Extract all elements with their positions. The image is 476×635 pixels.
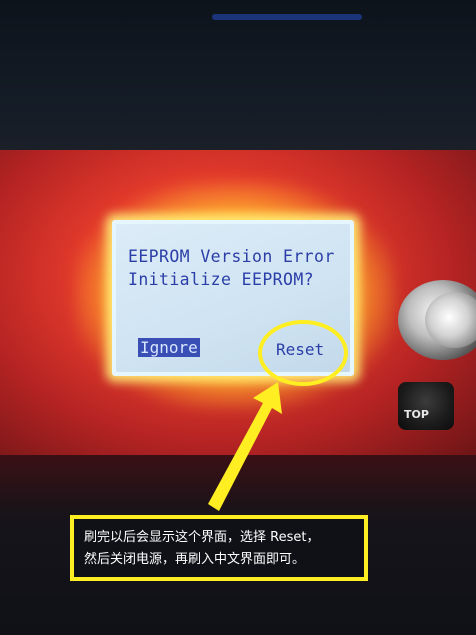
annotation-line-1: 刷完以后会显示这个界面，选择 Reset，: [84, 530, 320, 545]
annotation-box: 刷完以后会显示这个界面，选择 Reset， 然后关闭电源，再刷入中文界面即可。: [70, 515, 368, 581]
arrow-shape: [208, 382, 282, 511]
annotation-line-2: 然后关闭电源，再刷入中文界面即可。: [84, 552, 306, 567]
photo-scene: EEPROM Version Error Initialize EEPROM? …: [0, 0, 476, 635]
